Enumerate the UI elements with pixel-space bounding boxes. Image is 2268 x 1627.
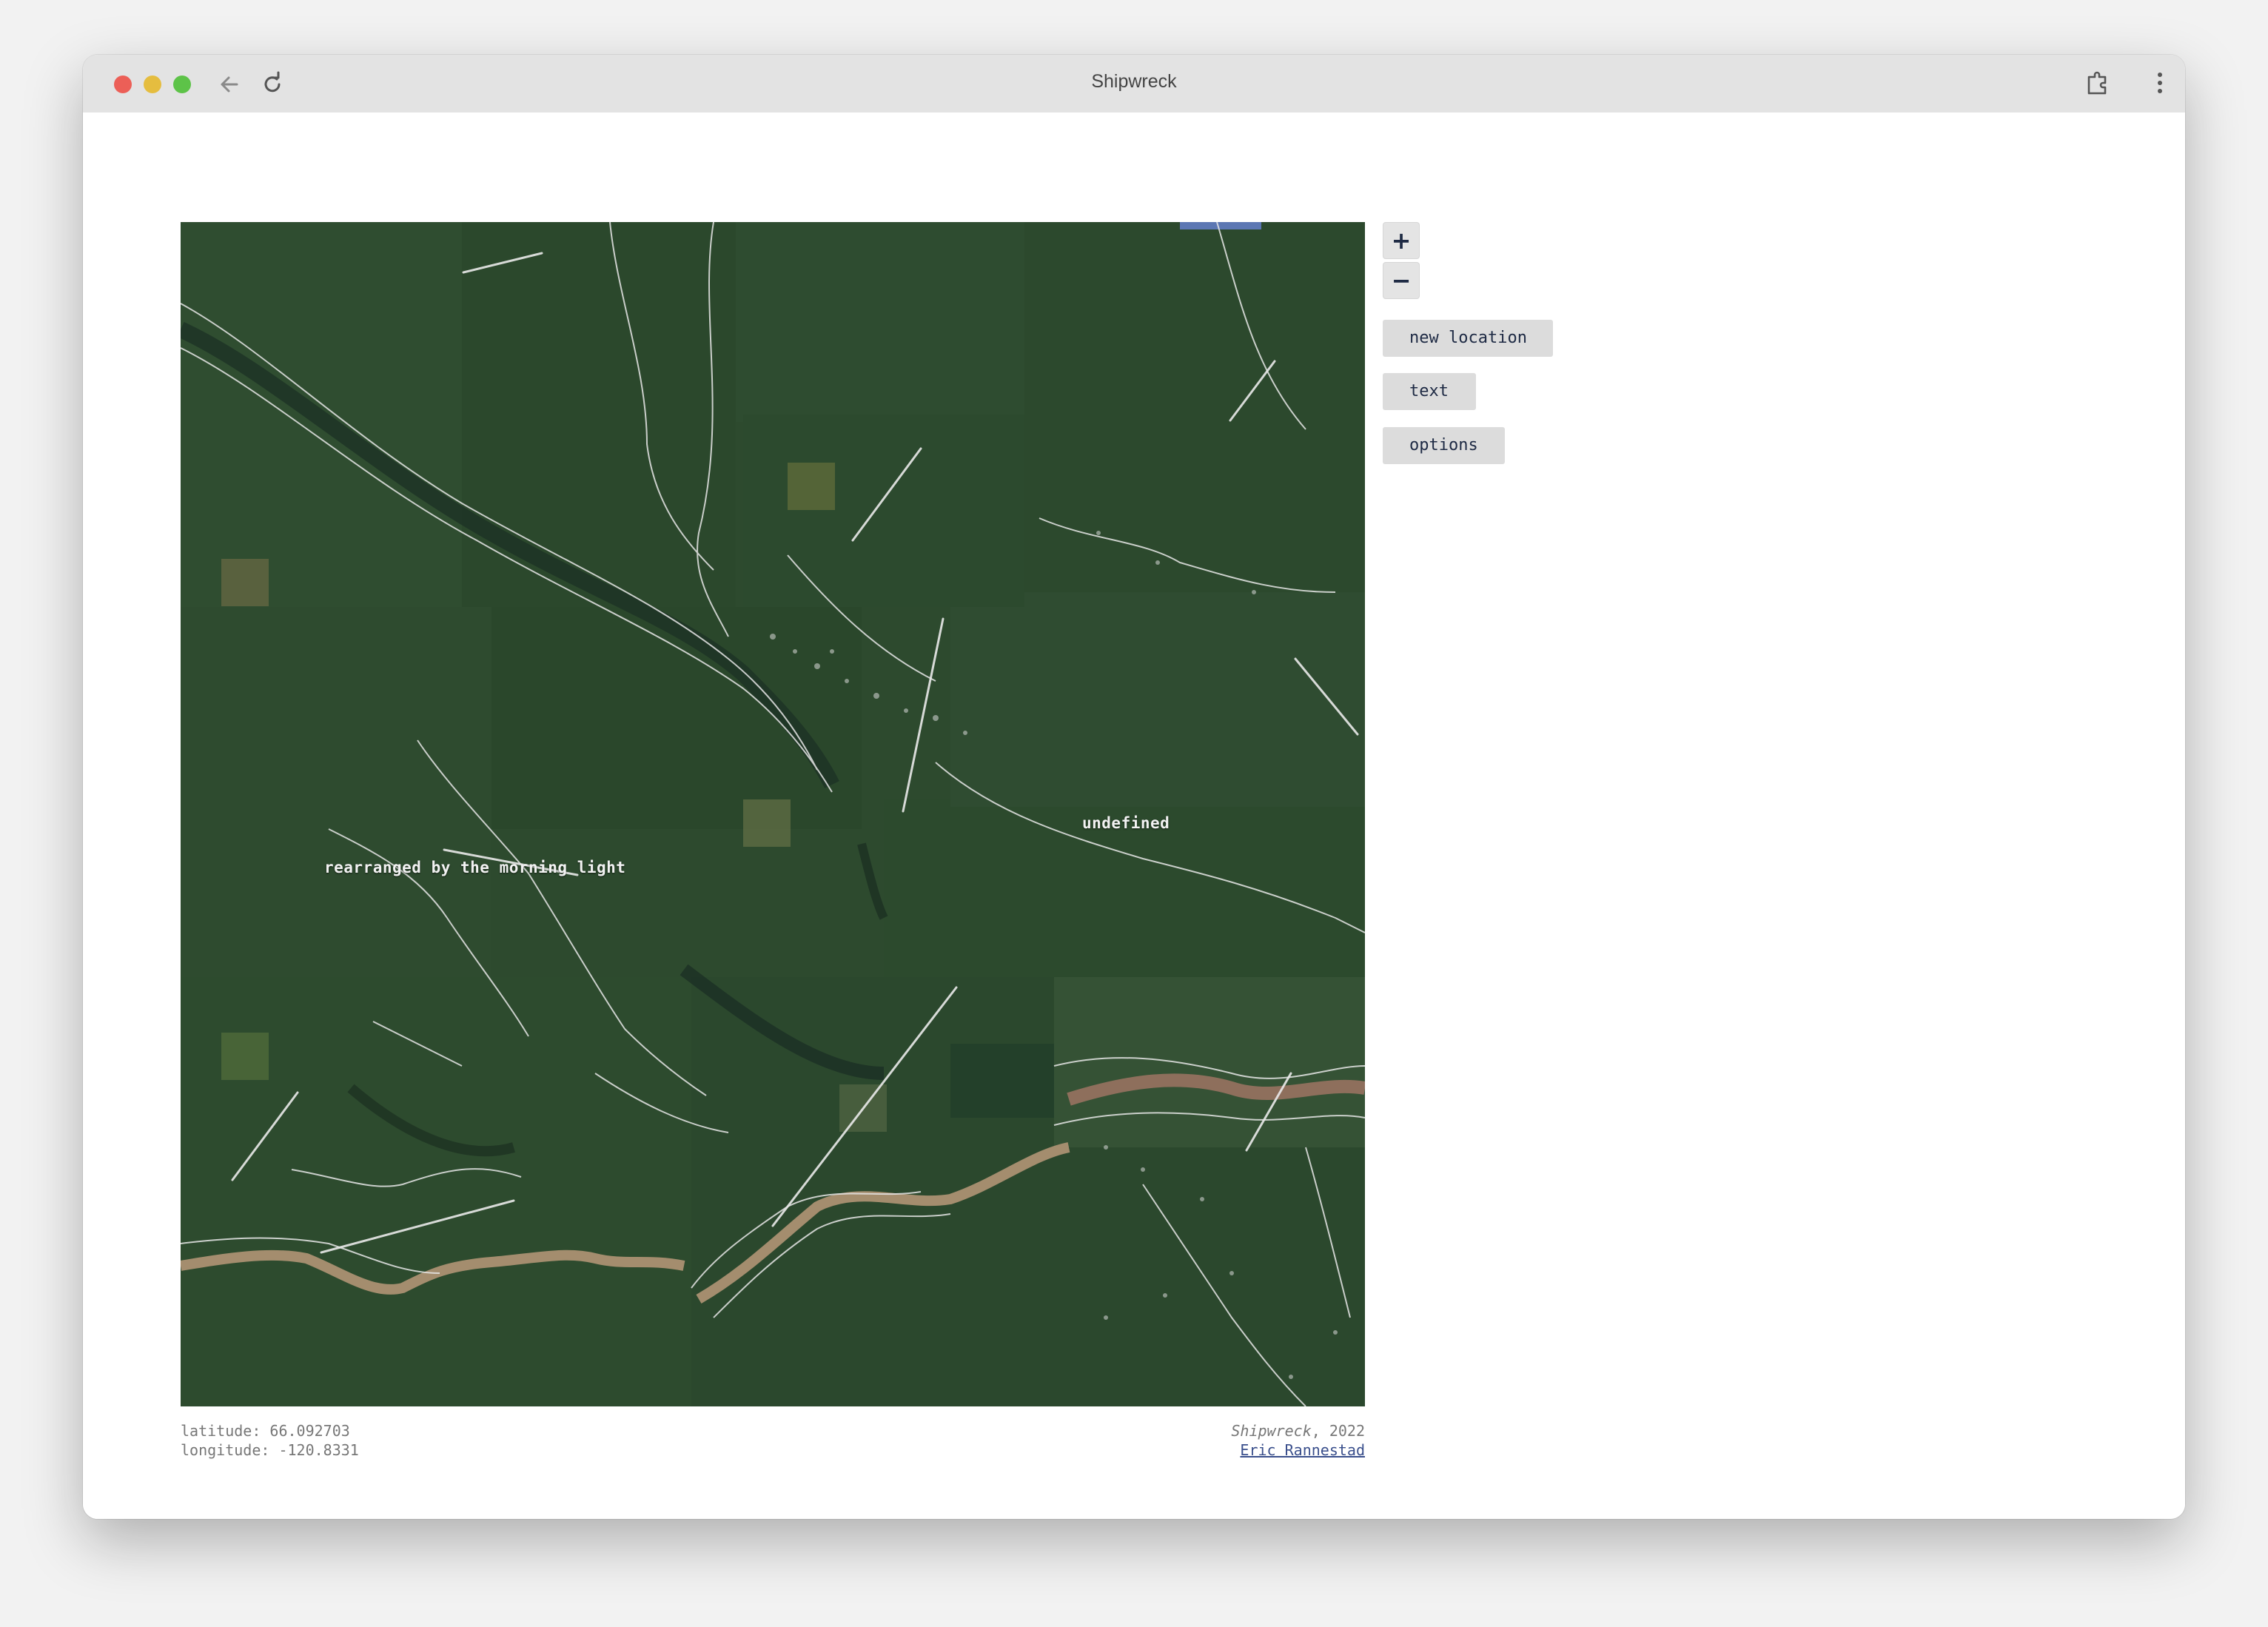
latitude-text: latitude: 66.092703: [181, 1422, 350, 1440]
credit-block: Shipwreck, 2022 Eric Rannestad: [1231, 1421, 1365, 1460]
work-title: Shipwreck: [1231, 1422, 1312, 1440]
work-credit: Shipwreck, 2022: [1231, 1421, 1365, 1440]
map-imagery: [181, 222, 1365, 1406]
page-content: rearranged by the morning light undefine…: [83, 113, 2185, 1519]
kebab-menu-icon[interactable]: [2144, 67, 2176, 99]
new-location-button[interactable]: new location: [1383, 320, 1553, 357]
satellite-map[interactable]: rearranged by the morning light undefine…: [181, 222, 1365, 1406]
work-year: , 2022: [1311, 1422, 1365, 1440]
coordinates-readout: latitude: 66.092703 longitude: -120.8331: [181, 1421, 359, 1460]
puzzle-extension-icon[interactable]: [2081, 67, 2114, 99]
longitude-text: longitude: -120.8331: [181, 1441, 359, 1459]
title-bar: Shipwreck: [83, 55, 2185, 113]
options-button[interactable]: options: [1383, 427, 1505, 464]
author-link[interactable]: Eric Rannestad: [1240, 1441, 1365, 1459]
map-text-label: rearranged by the morning light: [324, 859, 626, 876]
map-text-label: undefined: [1082, 814, 1170, 832]
zoom-in-button[interactable]: +: [1383, 222, 1420, 259]
text-button[interactable]: text: [1383, 373, 1476, 410]
zoom-out-button[interactable]: −: [1383, 262, 1420, 299]
window-title: Shipwreck: [1091, 71, 1177, 92]
browser-window: Shipwreck rearranged by the morning ligh…: [83, 55, 2185, 1519]
